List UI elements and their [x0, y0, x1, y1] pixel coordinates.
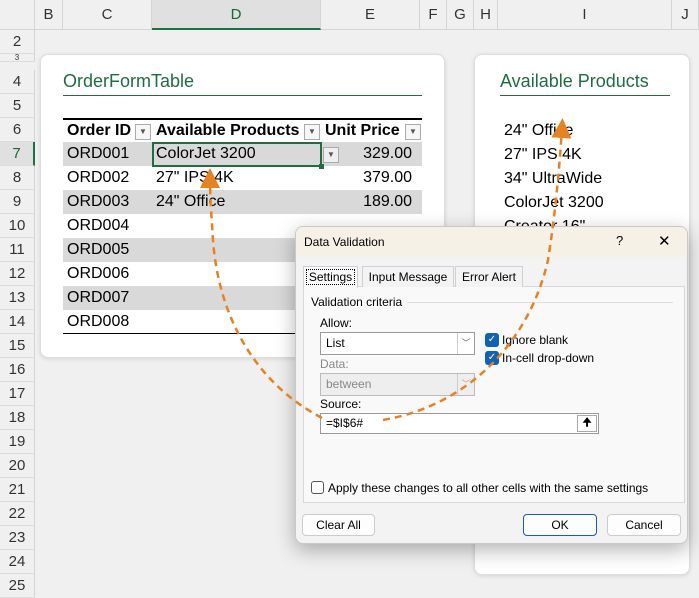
- arrow-to-product-list: [382, 118, 572, 422]
- arrow-to-dropdown-cell: [200, 168, 323, 420]
- annotation-arrows: [200, 118, 572, 422]
